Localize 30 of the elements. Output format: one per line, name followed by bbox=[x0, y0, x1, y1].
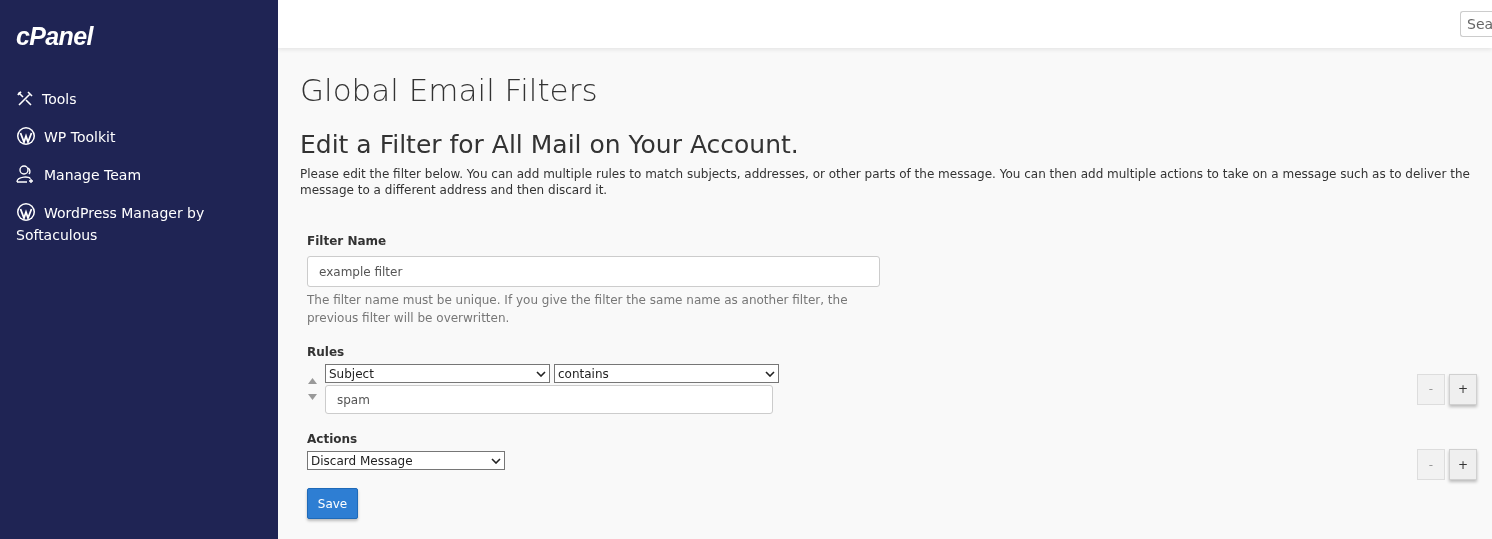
move-down-icon[interactable] bbox=[308, 394, 317, 400]
section-heading: Edit a Filter for All Mail on Your Account. bbox=[300, 130, 800, 160]
action-select[interactable]: Discard Message bbox=[307, 451, 505, 470]
rule-match-select[interactable]: contains bbox=[554, 364, 779, 383]
search-field[interactable]: Sea bbox=[1460, 11, 1492, 37]
field-label: Filter Name bbox=[307, 233, 388, 250]
move-up-icon[interactable] bbox=[308, 378, 317, 384]
page-title: Global Email Filters bbox=[300, 72, 599, 108]
actions-label: Actions bbox=[307, 431, 359, 448]
rule-part-select[interactable]: Subject bbox=[325, 364, 550, 383]
sidebar-item[interactable]: WP Toolkit bbox=[0, 118, 230, 156]
caret-icon bbox=[536, 370, 546, 377]
description: Please edit the filter below. You can add multiple rules to match subjects, addresses, or other parts of the message. You can then add multiple actions to take on a message such as to deliver the message to a different address and then discard it. bbox=[300, 166, 1471, 198]
sidebar-item[interactable]: Manage Team bbox=[0, 156, 230, 194]
sidebar-item[interactable]: WordPress Manager by Softaculous bbox=[0, 194, 230, 254]
add-button[interactable]: + bbox=[1449, 449, 1477, 480]
help-text: The filter name must be unique. If you give the filter the same name as another filter, the previous filter will be overwritten. bbox=[307, 292, 849, 327]
wordpress-icon bbox=[16, 126, 36, 146]
add-button[interactable]: + bbox=[1449, 373, 1477, 405]
team-icon bbox=[16, 164, 36, 184]
save-button[interactable]: Save bbox=[307, 488, 358, 519]
cpanel-logo: cPanel bbox=[15, 21, 95, 52]
caret-icon bbox=[765, 370, 775, 377]
filter-name-field[interactable]: example filter bbox=[307, 256, 880, 287]
wordpress-icon bbox=[16, 202, 36, 222]
rules-label: Rules bbox=[307, 344, 346, 361]
sidebar-item[interactable]: Tools bbox=[0, 80, 230, 118]
caret-icon bbox=[491, 457, 501, 464]
rule-value-field[interactable]: spam bbox=[325, 385, 773, 414]
tools-icon bbox=[16, 90, 34, 108]
